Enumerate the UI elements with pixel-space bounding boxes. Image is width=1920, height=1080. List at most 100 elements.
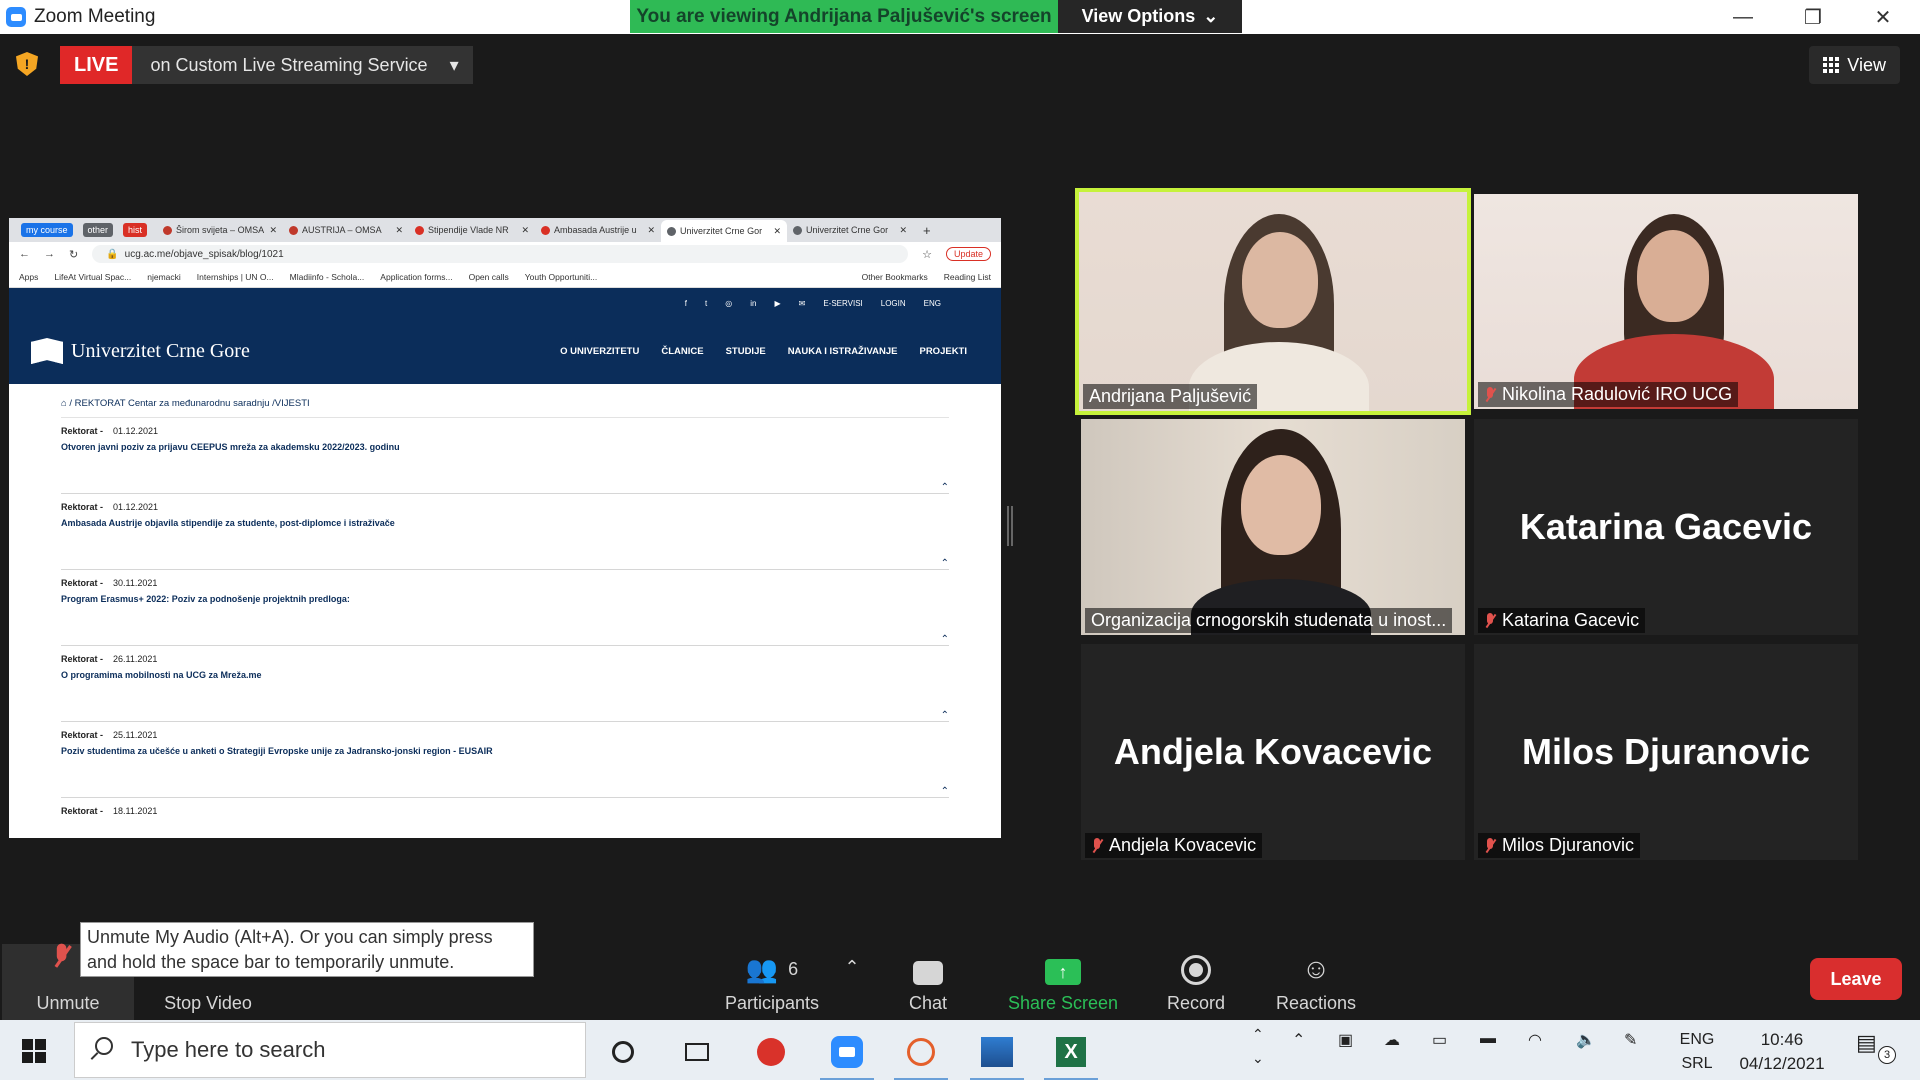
pen-icon[interactable]: ✎ xyxy=(1624,1030,1637,1050)
view-options-label: View Options xyxy=(1081,6,1196,26)
windows-start-icon[interactable] xyxy=(22,1039,46,1063)
address-bar: ← → ↻ 🔒 ucg.ac.me/objave_spisak/blog/1021… xyxy=(9,242,1001,266)
clock-time: 10:46 xyxy=(1760,1030,1804,1049)
participant-name-large: Andjela Kovacevic xyxy=(1113,731,1433,772)
live-badge: LIVE xyxy=(60,46,133,84)
participant-name-label: Andjela Kovacevic xyxy=(1085,833,1263,858)
notification-icon: ▤ xyxy=(1856,1030,1877,1055)
news-title: Otvoren javni poziv za prijavu CEEPUS mr… xyxy=(61,442,400,452)
chevron-down-icon: ⌄ xyxy=(1203,6,1219,26)
excel-app-icon[interactable]: X xyxy=(1044,1028,1098,1080)
cortana-icon[interactable] xyxy=(596,1028,650,1076)
participants-caret-button[interactable]: ⌃ xyxy=(842,944,862,1020)
star-icon: ☆ xyxy=(922,248,932,261)
participant-video xyxy=(1081,419,1465,635)
muted-mic-icon xyxy=(1484,386,1496,403)
chevron-up-icon: ⌃ xyxy=(940,558,949,569)
tab-close-icon: ✕ xyxy=(899,224,908,235)
share-screen-button[interactable]: ↑ Share Screen xyxy=(998,944,1128,1020)
photos-app-icon[interactable] xyxy=(970,1028,1024,1080)
zoom-app-icon[interactable] xyxy=(820,1028,874,1080)
taskbar-search-box[interactable]: Type here to search xyxy=(74,1022,586,1078)
panel-splitter[interactable] xyxy=(1007,506,1013,546)
chat-label: Chat xyxy=(908,993,948,1013)
muted-mic-icon xyxy=(1484,837,1496,854)
battery-icon[interactable]: ▬ xyxy=(1480,1030,1496,1048)
bookmark-item: Apps xyxy=(19,271,39,282)
reactions-button[interactable]: ☺ Reactions xyxy=(1264,944,1368,1020)
chevron-up-icon: ⌃ xyxy=(940,634,949,645)
twitter-icon: t xyxy=(705,298,708,308)
view-button[interactable]: View xyxy=(1809,46,1900,84)
news-item: Rektorat - 18.11.2021 xyxy=(61,798,949,838)
video-tile[interactable]: Organizacija crnogorskih studenata u ino… xyxy=(1081,419,1465,635)
participant-name: Nikolina Radulović IRO UCG xyxy=(1502,384,1733,404)
language-indicator[interactable]: ENG SRL xyxy=(1672,1028,1722,1076)
facebook-icon: f xyxy=(684,298,688,308)
security-shield-icon[interactable]: ! xyxy=(16,52,38,76)
chat-button[interactable]: Chat xyxy=(888,944,968,1020)
wifi-icon[interactable]: ◠ xyxy=(1528,1030,1542,1050)
zoom-logo-icon xyxy=(6,7,26,27)
news-date: 18.11.2021 xyxy=(113,806,158,816)
news-source: Rektorat - xyxy=(61,806,104,816)
restore-button[interactable]: ❐ xyxy=(1778,0,1848,34)
browser-update-button: Update xyxy=(945,247,991,261)
site-menu-item: O UNIVERZITETU xyxy=(560,345,640,357)
view-options-button[interactable]: View Options ⌄ xyxy=(1058,0,1242,33)
site-menu-item: PROJEKTI xyxy=(919,345,967,357)
app-icon[interactable] xyxy=(744,1028,798,1076)
record-button[interactable]: Record xyxy=(1148,944,1244,1020)
news-source: Rektorat - xyxy=(61,654,104,664)
search-icon xyxy=(95,1037,113,1055)
participant-name-label: Nikolina Radulović IRO UCG xyxy=(1478,382,1739,407)
snipping-tool-icon[interactable] xyxy=(894,1028,948,1080)
display-icon[interactable]: ▭ xyxy=(1432,1030,1447,1050)
news-title: Ambasada Austrije objavila stipendije za… xyxy=(61,518,395,528)
show-hidden-icons-icon[interactable]: ⌃ xyxy=(1292,1030,1305,1050)
notifications-button[interactable]: ▤ 3 xyxy=(1856,1030,1896,1066)
site-link: LOGIN xyxy=(880,298,906,308)
news-item: Rektorat - 26.11.2021 O programima mobiln… xyxy=(61,646,949,722)
video-tile[interactable]: Nikolina Radulović IRO UCG xyxy=(1474,194,1858,409)
tab-close-icon: ✕ xyxy=(269,224,278,235)
video-tile[interactable]: Andrijana Paljušević xyxy=(1075,188,1471,415)
linkedin-icon: in xyxy=(750,298,757,308)
participant-name-label: Katarina Gacevic xyxy=(1478,608,1646,633)
video-tile[interactable]: Andjela Kovacevic Andjela Kovacevic xyxy=(1081,644,1465,860)
tab-title: Ambasada Austrije u xyxy=(554,225,637,235)
leave-button[interactable]: Leave xyxy=(1810,958,1902,1000)
tab-title: AUSTRIJA – OMSA xyxy=(302,225,382,235)
onedrive-icon[interactable]: ☁ xyxy=(1384,1030,1400,1050)
minimize-button[interactable]: — xyxy=(1708,0,1778,34)
bookmarks-bar: Apps LifeAt Virtual Spac... njemacki Int… xyxy=(9,266,1001,288)
clock-date: 04/12/2021 xyxy=(1739,1054,1825,1073)
people-icon: 👥 xyxy=(745,954,779,984)
video-tile[interactable]: Milos Djuranovic Milos Djuranovic xyxy=(1474,644,1858,860)
taskbar-clock[interactable]: 10:46 04/12/2021 xyxy=(1722,1028,1842,1076)
tray-scroll-icon[interactable]: ⌃ ⌄ xyxy=(1252,1022,1264,1070)
live-streaming-indicator[interactable]: LIVE on Custom Live Streaming Service ▾ xyxy=(60,46,473,84)
browser-tab: Univerzitet Crne Gor ✕ xyxy=(787,220,913,240)
grid-view-icon xyxy=(1823,57,1840,73)
close-button[interactable]: ✕ xyxy=(1848,0,1918,34)
book-logo-icon xyxy=(31,338,63,364)
volume-icon[interactable]: 🔈 xyxy=(1576,1030,1596,1050)
video-tile[interactable]: Katarina Gacevic Katarina Gacevic xyxy=(1474,419,1858,635)
task-view-icon[interactable] xyxy=(670,1028,724,1076)
participant-name: Katarina Gacevic xyxy=(1502,610,1640,630)
tab-group-chip: my course xyxy=(21,223,73,237)
bookmark-item: Open calls xyxy=(468,271,509,282)
view-label: View xyxy=(1847,54,1886,75)
home-icon: ⌂ xyxy=(61,398,67,409)
meet-now-icon[interactable]: ▣ xyxy=(1338,1030,1353,1050)
tab-title: Stipendije Vlade NR xyxy=(428,225,509,235)
browser-tab-bar: my course other hist Širom svijeta – OMS… xyxy=(9,218,1001,242)
tab-title: Širom svijeta – OMSA xyxy=(176,225,265,235)
news-source: Rektorat - xyxy=(61,502,104,512)
lang-bottom: SRL xyxy=(1681,1055,1713,1072)
dropdown-caret-icon: ▾ xyxy=(449,54,459,75)
participants-button[interactable]: 👥 6 Participants xyxy=(714,944,830,1020)
breadcrumb: ⌂ / REKTORAT Centar za međunarodnu sarad… xyxy=(61,398,949,418)
participant-name-label: Andrijana Paljušević xyxy=(1083,384,1258,409)
